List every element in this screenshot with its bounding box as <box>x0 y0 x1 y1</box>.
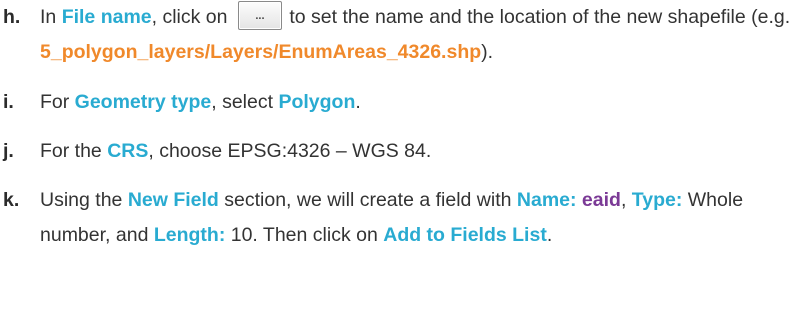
step-text: . <box>546 224 553 246</box>
step-text: Using the <box>40 189 128 211</box>
ui-term-length: Length: <box>153 224 226 246</box>
step-i: i. For Geometry type, select Polygon. <box>0 85 799 120</box>
step-text: , choose EPSG:4326 – WGS 84. <box>148 140 432 162</box>
step-k: k. Using the New Field section, we will c… <box>0 183 799 253</box>
field-value-eaid: eaid <box>581 189 621 211</box>
step-marker: i. <box>3 91 14 113</box>
ui-term-add-to-fields-list: Add to Fields List <box>383 224 547 246</box>
step-text: , <box>620 189 632 211</box>
step-text: , select <box>211 91 279 113</box>
ui-term-new-field: New Field <box>127 189 219 211</box>
step-text: For the <box>40 140 108 162</box>
step-marker: h. <box>3 6 21 28</box>
step-text: . <box>355 91 361 113</box>
browse-button[interactable]: ... <box>237 1 282 31</box>
ellipsis-icon: ... <box>255 10 265 23</box>
ui-term-name: Name: <box>516 189 577 211</box>
step-text: to set the name and the location of the … <box>283 6 791 28</box>
step-text: In <box>40 6 62 28</box>
ui-term-crs: CRS <box>107 140 149 162</box>
step-marker: j. <box>3 140 14 162</box>
step-j: j. For the CRS, choose EPSG:4326 – WGS 84… <box>0 134 799 169</box>
ui-term-geometry-type: Geometry type <box>74 91 212 113</box>
ui-term-file-name: File name <box>61 6 152 28</box>
step-text: , click on <box>151 6 233 28</box>
step-marker: k. <box>3 189 20 211</box>
instruction-document: h. In File name, click on ... to set the … <box>0 0 799 253</box>
ui-term-polygon: Polygon <box>278 91 356 113</box>
file-path: 5_polygon_layers/Layers/EnumAreas_4326.s… <box>40 41 482 63</box>
step-text: section, we will create a field with <box>218 189 517 211</box>
step-text: 10. Then click on <box>225 224 384 246</box>
ui-term-type: Type: <box>631 189 683 211</box>
step-text: For <box>40 91 75 113</box>
step-h: h. In File name, click on ... to set the … <box>0 0 799 70</box>
step-text: ). <box>481 41 494 63</box>
